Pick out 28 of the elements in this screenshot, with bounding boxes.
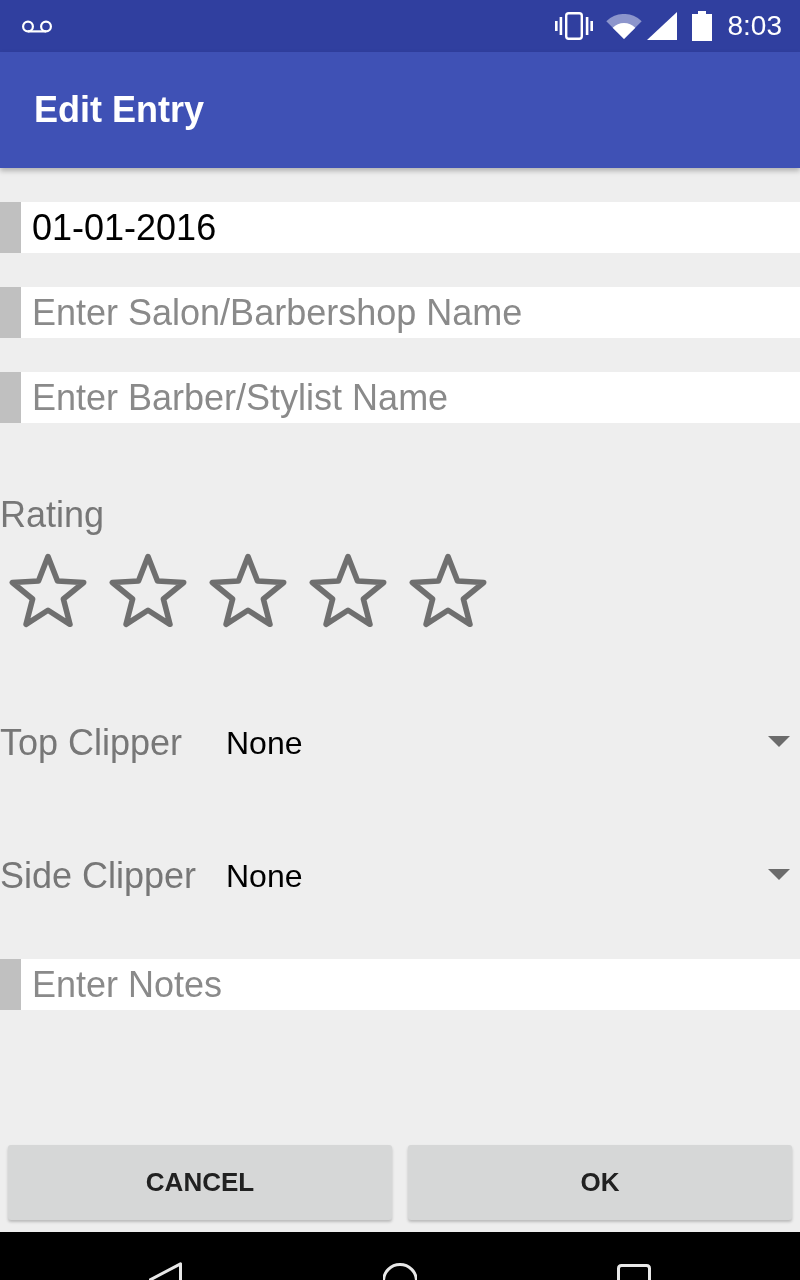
- dropdown[interactable]: None: [216, 713, 800, 773]
- wifi-icon: [605, 13, 642, 39]
- status-time: 8:03: [727, 10, 782, 42]
- recents-icon[interactable]: [617, 1264, 651, 1280]
- star-icon[interactable]: [9, 553, 87, 629]
- caret-icon: [768, 735, 790, 747]
- dialog-button[interactable]: CANCEL: [8, 1145, 392, 1220]
- input-field[interactable]: Enter Notes: [0, 959, 800, 1010]
- star-icon[interactable]: [309, 553, 387, 629]
- dialog-button[interactable]: OK: [408, 1145, 792, 1220]
- field-label: Top Clipper: [0, 723, 184, 763]
- star-icon[interactable]: [409, 553, 487, 629]
- battery-icon: [691, 11, 712, 41]
- input-field[interactable]: 01-01-2016: [0, 202, 800, 253]
- input-field[interactable]: Enter Salon/Barbershop Name: [0, 287, 800, 338]
- star-icon[interactable]: [209, 553, 287, 629]
- field-label: Side Clipper: [0, 856, 198, 896]
- signal-icon: [646, 12, 677, 40]
- input-field[interactable]: Enter Barber/Stylist Name: [0, 372, 800, 423]
- star-icon[interactable]: [109, 553, 187, 629]
- back-icon[interactable]: [149, 1262, 183, 1280]
- dropdown[interactable]: None: [216, 846, 800, 906]
- voicemail-icon: [22, 20, 52, 33]
- caret-icon: [768, 868, 790, 880]
- vibrate-icon: [554, 12, 593, 40]
- screen-title: Edit Entry: [34, 88, 204, 132]
- home-icon[interactable]: [383, 1262, 417, 1280]
- field-label: Rating: [0, 495, 105, 535]
